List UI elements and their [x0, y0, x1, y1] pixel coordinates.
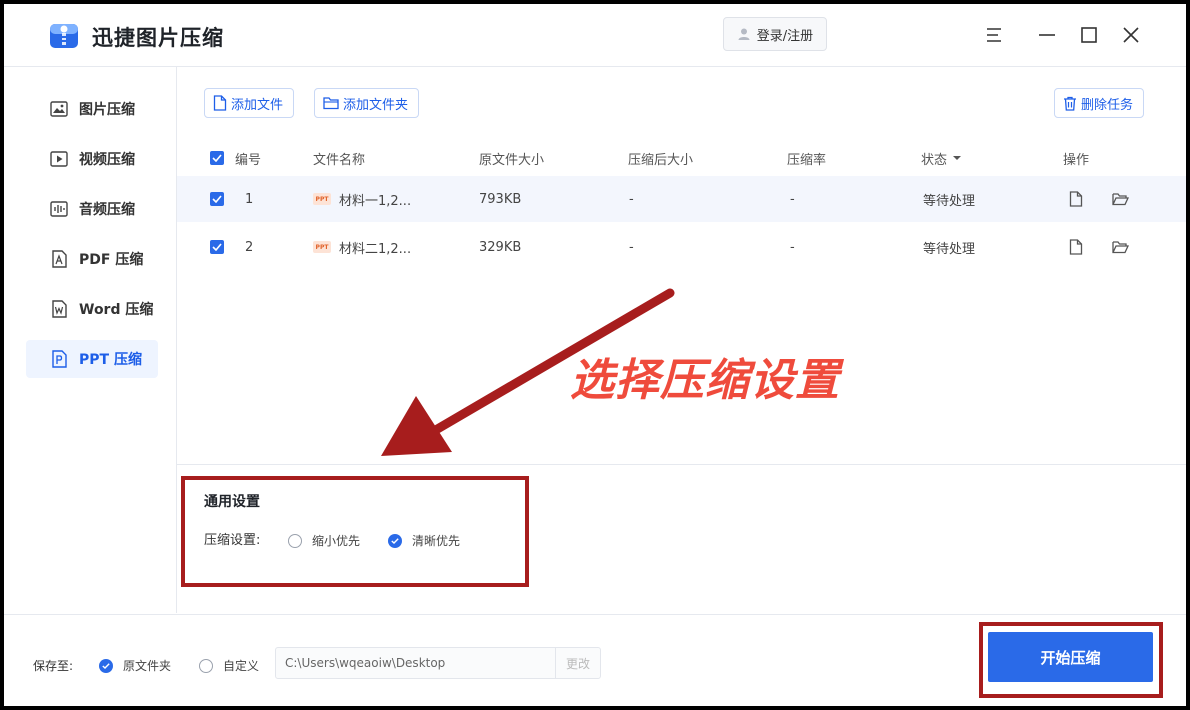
start-compress-button[interactable]: 开始压缩: [988, 632, 1153, 682]
app-window: 迅捷图片压缩 登录/注册 图片压缩 视频压缩 音频压缩 PDF 压缩 Word …: [4, 4, 1186, 706]
annotation-text: 选择压缩设置: [570, 355, 840, 406]
